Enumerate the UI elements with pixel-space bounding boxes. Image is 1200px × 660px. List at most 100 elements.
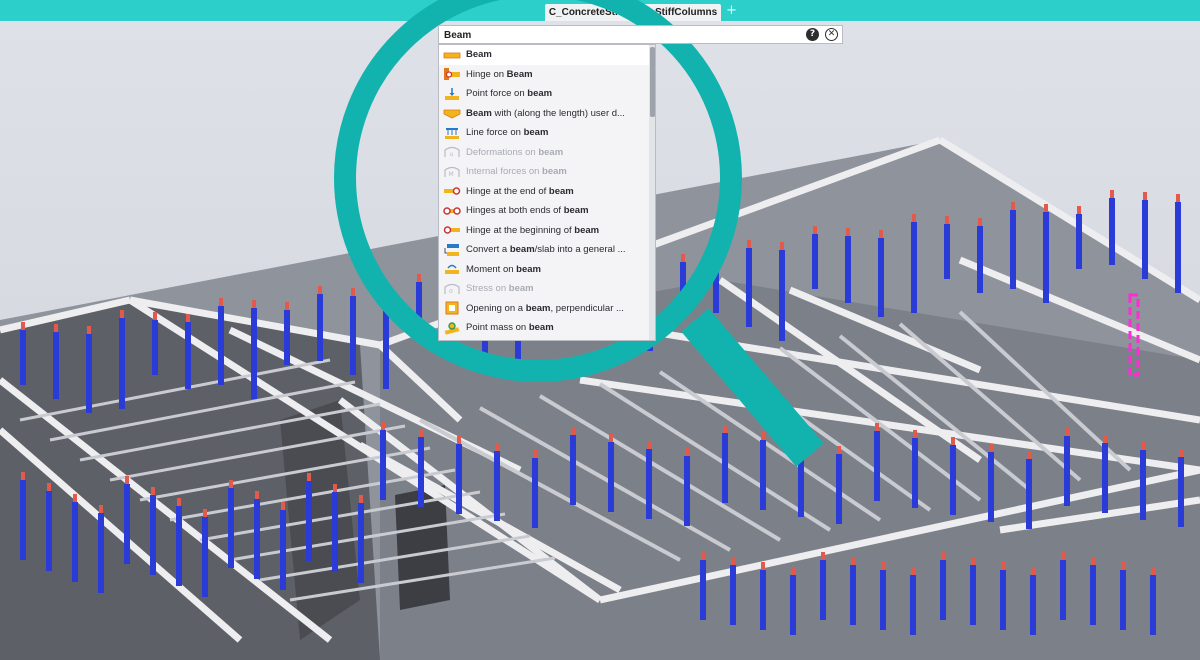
column bbox=[730, 565, 736, 625]
result-item-label: Deformations on beam bbox=[466, 146, 564, 158]
column bbox=[700, 560, 706, 620]
column-head bbox=[1065, 428, 1069, 436]
column bbox=[798, 447, 804, 517]
search-input[interactable] bbox=[444, 28, 784, 42]
column bbox=[1140, 450, 1146, 520]
column-head bbox=[203, 509, 207, 517]
column-head bbox=[281, 502, 285, 510]
hinge-both-icon bbox=[443, 207, 461, 215]
result-item-label: Convert a beam/slab into a general ... bbox=[466, 244, 626, 256]
column-head bbox=[1143, 192, 1147, 200]
column-head bbox=[1141, 442, 1145, 450]
column-head bbox=[1121, 562, 1125, 570]
column bbox=[456, 444, 462, 514]
column bbox=[284, 310, 290, 365]
column-head bbox=[457, 436, 461, 444]
beam-hinge-icon bbox=[444, 68, 460, 81]
scroll-thumb[interactable] bbox=[650, 47, 655, 117]
result-item[interactable]: Beam with (along the length) user d... bbox=[439, 104, 649, 124]
command-search-bar: ? ✕ bbox=[438, 25, 843, 44]
result-item[interactable]: Moment on beam bbox=[439, 260, 649, 280]
column bbox=[150, 495, 156, 575]
column bbox=[332, 492, 338, 572]
column-head bbox=[971, 557, 975, 565]
column-head bbox=[1061, 552, 1065, 560]
column-head bbox=[647, 441, 651, 449]
tab-document[interactable]: C_ConcreteStructure_StiffColumns bbox=[545, 4, 721, 21]
column bbox=[306, 481, 312, 561]
column bbox=[713, 246, 719, 313]
point-mass-icon bbox=[444, 322, 460, 335]
column bbox=[684, 456, 690, 526]
column bbox=[1109, 198, 1115, 265]
search-results-list: Beam Hinge on Beam Point force on beam Beam… bbox=[438, 44, 656, 341]
internal-forces-icon: M bbox=[444, 166, 460, 178]
column-head bbox=[255, 491, 259, 499]
column bbox=[1090, 565, 1096, 625]
column-head bbox=[911, 567, 915, 575]
result-item[interactable]: Hinge on Beam bbox=[439, 65, 649, 85]
result-item[interactable]: Point mass on beam bbox=[439, 318, 649, 338]
column-head bbox=[846, 228, 850, 236]
result-item[interactable]: Beam bbox=[439, 45, 649, 65]
result-item[interactable]: Point force on beam bbox=[439, 84, 649, 104]
result-item: σ Stress on beam bbox=[439, 279, 649, 299]
column bbox=[98, 513, 104, 593]
column-head bbox=[21, 322, 25, 330]
column-head bbox=[761, 432, 765, 440]
column-head bbox=[1027, 451, 1031, 459]
column bbox=[1043, 212, 1049, 303]
column-head bbox=[799, 439, 803, 447]
column bbox=[1000, 570, 1006, 630]
opening-icon bbox=[445, 301, 459, 315]
column-head bbox=[951, 437, 955, 445]
column-head bbox=[723, 425, 727, 433]
column-head bbox=[73, 494, 77, 502]
help-icon[interactable]: ? bbox=[806, 28, 819, 41]
column bbox=[218, 306, 224, 385]
result-item-label: Line force on beam bbox=[466, 127, 549, 139]
column bbox=[845, 236, 851, 303]
column-head bbox=[252, 300, 256, 308]
column-head bbox=[791, 567, 795, 575]
column bbox=[53, 332, 59, 399]
column-head bbox=[419, 429, 423, 437]
new-tab-button[interactable]: + bbox=[726, 3, 737, 18]
column-head bbox=[229, 480, 233, 488]
result-item-label: Opening on a beam, perpendicular ... bbox=[466, 302, 624, 314]
column-head bbox=[384, 290, 388, 298]
column-head bbox=[99, 505, 103, 513]
column bbox=[1178, 457, 1184, 527]
scrollbar[interactable] bbox=[649, 45, 655, 340]
hinge-end-icon bbox=[444, 187, 461, 195]
column bbox=[358, 503, 364, 583]
result-item[interactable]: Convert a beam/slab into a general ... bbox=[439, 240, 649, 260]
close-icon[interactable]: ✕ bbox=[825, 28, 838, 41]
column bbox=[779, 250, 785, 341]
svg-text:u: u bbox=[450, 151, 454, 158]
result-item[interactable]: Opening on a beam, perpendicular ... bbox=[439, 299, 649, 319]
result-item[interactable]: Hinges at both ends of beam bbox=[439, 201, 649, 221]
column bbox=[878, 238, 884, 317]
column bbox=[124, 484, 130, 564]
column bbox=[1150, 575, 1156, 635]
beam-icon bbox=[443, 52, 461, 59]
column bbox=[176, 506, 182, 586]
result-item[interactable]: Hinge at the end of beam bbox=[439, 182, 649, 202]
column-head bbox=[1044, 204, 1048, 212]
column bbox=[20, 330, 26, 385]
column bbox=[251, 308, 257, 399]
column bbox=[970, 565, 976, 625]
column bbox=[570, 435, 576, 505]
column bbox=[317, 294, 323, 361]
column-head bbox=[1176, 194, 1180, 202]
result-item-label: Point force on beam bbox=[466, 88, 553, 100]
result-item: u Deformations on beam bbox=[439, 143, 649, 163]
point-force-icon bbox=[445, 87, 459, 100]
column bbox=[812, 234, 818, 289]
result-item[interactable]: Hinge at the beginning of beam bbox=[439, 221, 649, 241]
result-item[interactable]: Line force on beam bbox=[439, 123, 649, 143]
column-head bbox=[1091, 557, 1095, 565]
column bbox=[350, 296, 356, 375]
column-head bbox=[609, 434, 613, 442]
